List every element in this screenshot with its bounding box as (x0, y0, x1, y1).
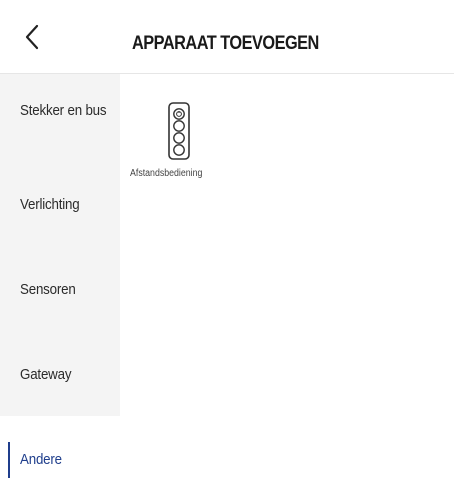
add-device-screen: APPARAAT TOEVOEGEN Stekker en bus Verlic… (0, 0, 454, 499)
page-title: APPARAAT TOEVOEGEN (132, 33, 319, 54)
sidebar-item-andere[interactable]: Andere (0, 416, 120, 499)
sidebar-item-label: Gateway (20, 367, 72, 383)
device-tile-afstandsbediening[interactable]: Afstandsbediening (128, 96, 228, 186)
sidebar-item-label: Sensoren (20, 282, 76, 298)
remote-control-icon (168, 102, 190, 160)
active-tab-indicator (8, 442, 10, 478)
sidebar-item-gateway[interactable]: Gateway (0, 332, 120, 416)
header: APPARAAT TOEVOEGEN (0, 0, 454, 74)
sidebar-item-label: Verlichting (20, 197, 80, 213)
device-label: Afstandsbediening (130, 168, 203, 179)
back-button[interactable] (18, 22, 48, 52)
chevron-left-icon (25, 24, 39, 50)
sidebar-item-label: Stekker en bus (20, 103, 107, 119)
sidebar-item-stekker-en-bus[interactable]: Stekker en bus (0, 74, 120, 160)
category-sidebar: Stekker en bus Verlichting Sensoren Gate… (0, 74, 120, 416)
sidebar-item-label: Andere (20, 452, 62, 468)
sidebar-item-verlichting[interactable]: Verlichting (0, 160, 120, 246)
sidebar-item-sensoren[interactable]: Sensoren (0, 246, 120, 332)
